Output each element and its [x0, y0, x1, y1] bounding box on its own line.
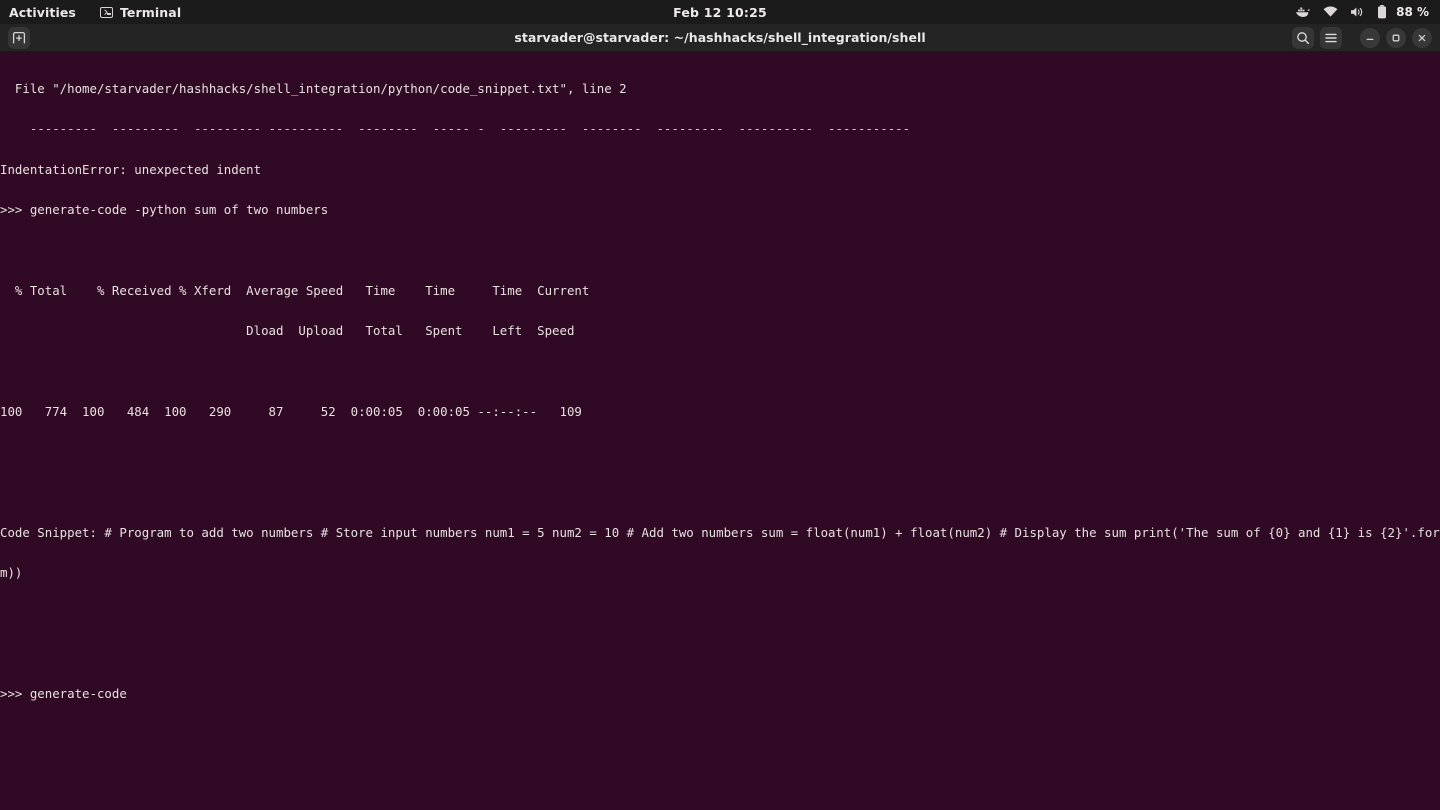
menu-button[interactable] — [1320, 26, 1342, 49]
search-icon — [1296, 31, 1310, 45]
terminal-output: File "/home/starvader/hashhacks/shell_in… — [0, 52, 1440, 727]
window-title: starvader@starvader: ~/hashhacks/shell_i… — [514, 30, 926, 45]
maximize-button[interactable] — [1386, 27, 1406, 48]
terminal-window[interactable]: File "/home/starvader/hashhacks/shell_in… — [0, 52, 1440, 810]
terminal-line-command-2: >>> generate-code — [0, 686, 127, 702]
activities-label: Activities — [9, 4, 76, 20]
wifi-icon — [1323, 6, 1338, 18]
gnome-top-bar: Activities Terminal Feb 12 10:25 88 % — [0, 0, 1440, 24]
terminal-line-curl-stats: 100 774 100 484 100 290 87 52 0:00:05 0:… — [0, 403, 582, 419]
search-button[interactable] — [1292, 26, 1314, 49]
terminal-line-code-snippet-wrap: m)) — [0, 565, 23, 581]
docker-whale-icon — [1295, 6, 1311, 18]
terminal-line-curl-header-2: Dload Upload Total Spent Left Speed — [0, 322, 575, 338]
app-menu-terminal[interactable]: Terminal — [88, 0, 193, 24]
battery-percent-label: 88 % — [1396, 5, 1429, 19]
top-bar-status-area[interactable]: 88 % — [1295, 0, 1440, 24]
minimize-button[interactable] — [1360, 27, 1380, 48]
clock[interactable]: Feb 12 10:25 — [0, 5, 1440, 20]
terminal-titlebar: starvader@starvader: ~/hashhacks/shell_i… — [0, 24, 1440, 52]
terminal-line-error: IndentationError: unexpected indent — [0, 161, 262, 177]
minimize-icon — [1364, 32, 1376, 44]
new-tab-button[interactable] — [8, 26, 30, 49]
close-button[interactable] — [1412, 27, 1432, 48]
terminal-icon — [99, 6, 113, 18]
maximize-icon — [1390, 32, 1402, 44]
top-bar-left: Activities Terminal — [0, 0, 193, 24]
terminal-line-curl-header-1: % Total % Received % Xferd Average Speed… — [0, 282, 590, 298]
terminal-line-code-snippet: Code Snippet: # Program to add two numbe… — [0, 524, 1440, 540]
terminal-line-command-1: >>> generate-code -python sum of two num… — [0, 201, 329, 217]
volume-icon — [1350, 6, 1365, 18]
battery-icon — [1377, 5, 1387, 19]
activities-button[interactable]: Activities — [0, 0, 88, 24]
titlebar-actions — [1292, 26, 1440, 49]
terminal-line-dashes: --------- --------- --------- ----------… — [0, 121, 911, 137]
app-menu-label: Terminal — [119, 4, 182, 20]
hamburger-menu-icon — [1324, 31, 1338, 45]
terminal-line-file: File "/home/starvader/hashhacks/shell_in… — [0, 80, 627, 96]
new-tab-icon — [12, 31, 26, 45]
close-icon — [1416, 32, 1428, 44]
